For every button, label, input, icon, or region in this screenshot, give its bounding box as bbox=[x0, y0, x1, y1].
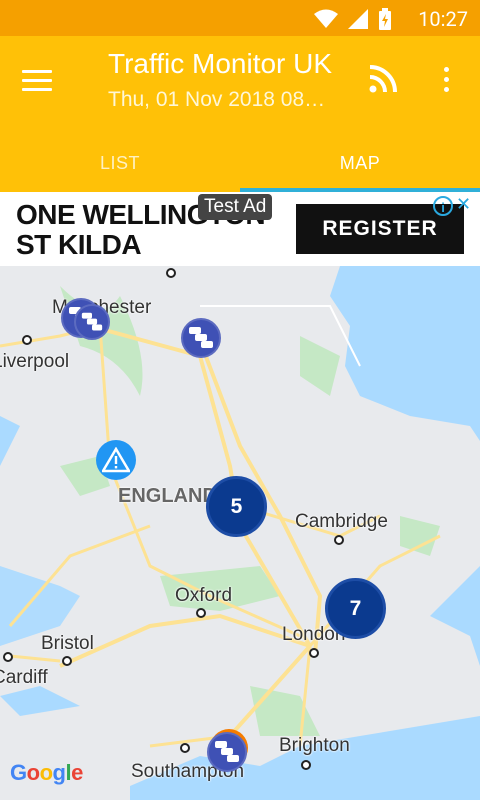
status-icons bbox=[314, 8, 392, 30]
traffic-jam-marker[interactable] bbox=[181, 318, 221, 358]
cars-icon bbox=[189, 327, 213, 348]
map-label-brighton: Brighton bbox=[279, 735, 350, 756]
signal-icon bbox=[348, 9, 368, 29]
ad-headline-line2: ST KILDA bbox=[16, 229, 142, 260]
tab-list[interactable]: LIST bbox=[0, 134, 240, 192]
map-label-bristol: Bristol bbox=[41, 633, 94, 654]
map-label-oxford: Oxford bbox=[175, 585, 233, 606]
ad-info-icon[interactable]: i bbox=[433, 196, 453, 216]
more-options-button[interactable] bbox=[436, 64, 456, 96]
test-ad-badge: Test Ad bbox=[198, 194, 273, 220]
traffic-jam-marker[interactable] bbox=[207, 732, 247, 772]
map-view[interactable]: Manchester Liverpool ENGLAND Cambridge O… bbox=[0, 266, 480, 800]
battery-charging-icon bbox=[379, 8, 391, 30]
app-title: Traffic Monitor UK bbox=[108, 48, 333, 79]
map-label-cambridge: Cambridge bbox=[295, 511, 388, 532]
map-label-liverpool: Liverpool bbox=[0, 351, 70, 372]
tab-map[interactable]: MAP bbox=[240, 134, 480, 192]
more-vert-icon bbox=[443, 67, 449, 72]
cars-icon bbox=[215, 741, 239, 762]
warning-marker[interactable] bbox=[96, 440, 136, 480]
menu-button[interactable] bbox=[22, 64, 62, 96]
warning-triangle-icon bbox=[102, 447, 130, 473]
google-logo: Google bbox=[10, 760, 83, 785]
app-bar: Traffic Monitor UK Thu, 01 Nov 2018 08:0… bbox=[0, 36, 480, 192]
rss-icon bbox=[369, 65, 397, 93]
marker-cluster[interactable]: 7 bbox=[325, 578, 386, 639]
cars-icon bbox=[81, 312, 103, 331]
map-label-england: ENGLAND bbox=[118, 485, 217, 507]
tab-bar: LIST MAP bbox=[0, 134, 480, 192]
app-subtitle: Thu, 01 Nov 2018 08:00 bbox=[108, 88, 330, 111]
status-bar: 10:27 bbox=[0, 0, 480, 36]
ad-close-icon[interactable]: ✕ bbox=[456, 194, 471, 215]
map-label-cardiff: Cardiff bbox=[0, 667, 48, 688]
marker-cluster[interactable]: 5 bbox=[206, 476, 267, 537]
rss-button[interactable] bbox=[368, 64, 400, 96]
wifi-icon bbox=[314, 9, 338, 28]
clock: 10:27 bbox=[418, 7, 468, 31]
traffic-jam-marker[interactable] bbox=[74, 304, 110, 340]
hamburger-icon bbox=[22, 70, 52, 73]
